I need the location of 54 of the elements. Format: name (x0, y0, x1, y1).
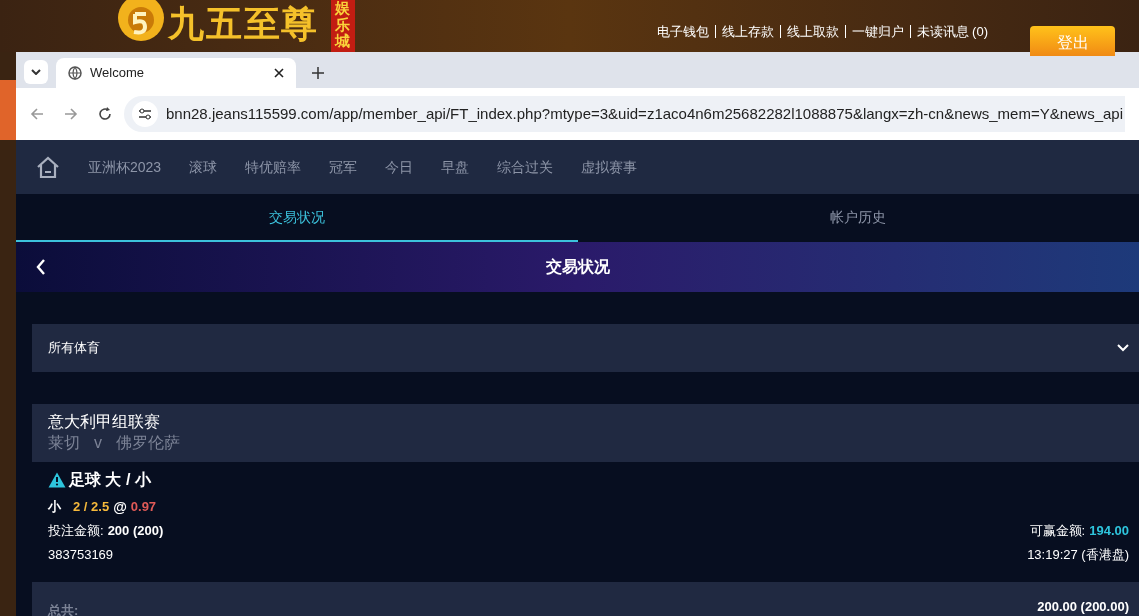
nav-link[interactable]: 亚洲杯2023 (88, 156, 162, 178)
page-tab[interactable]: 帐户历史 (577, 194, 1139, 242)
header-link[interactable]: 一键归户 (844, 25, 904, 38)
nav-link[interactable]: 今日 (385, 156, 414, 178)
tab-title: Welcome (90, 64, 145, 83)
sliders-icon (138, 108, 152, 120)
home-icon (36, 156, 60, 178)
payout-amount: 194.00 (1089, 522, 1129, 541)
nav-link[interactable]: 冠军 (329, 156, 358, 178)
url-text: bnn28.jeans115599.com/app/member_api/FT_index.php?mtype=3&uid=z1aco4n6m25682282l1088875&langx=zh-cn&news_mem=Y&news_api (166, 103, 1124, 124)
address-bar[interactable]: bnn28.jeans115599.com/app/member_api/FT_index.php?mtype=3&uid=z1aco4n6m25682282l1088875&langx=zh-cn&news_mem=Y&news_api (124, 96, 1125, 132)
payout-label: 可赢金额: (1029, 522, 1086, 541)
back-arrow-icon (30, 108, 44, 120)
stake-amount: 200 (200) (107, 522, 164, 541)
header-link[interactable]: 电子钱包 (656, 25, 709, 38)
nav-link[interactable]: 综合过关 (497, 156, 554, 178)
header-link[interactable]: 未读讯息 (0) (909, 25, 988, 38)
banner-edge (0, 80, 16, 140)
warning-icon (48, 472, 66, 488)
header-link[interactable]: 线上取款 (779, 25, 839, 38)
logo-text: 九五至尊 (168, 4, 320, 44)
site-settings-button[interactable] (132, 101, 158, 127)
nav-link[interactable]: 特优赔率 (245, 156, 302, 178)
logo-badge: 娱乐城 (331, 0, 356, 52)
forward-arrow-icon (64, 108, 78, 120)
plus-icon (312, 67, 324, 79)
nav-link[interactable]: 滚球 (189, 156, 218, 178)
home-team: 莱切 (48, 433, 80, 453)
back-chevron-icon (36, 259, 46, 275)
total-amount: 200.00 (200.00) (1037, 597, 1129, 616)
tab-list-button[interactable] (24, 60, 48, 84)
browser-tab[interactable]: Welcome (56, 58, 296, 88)
total-label: 总共: (48, 601, 79, 616)
league-name: 意大利甲组联赛 (48, 412, 161, 432)
chevron-down-icon (31, 69, 41, 75)
away-team: 佛罗伦萨 (116, 433, 180, 453)
globe-icon (68, 66, 82, 80)
versus-label: v (94, 433, 102, 453)
stake-label: 投注金额: (48, 522, 104, 541)
at-sign: @ (113, 497, 127, 517)
nav-link[interactable]: 虚拟赛事 (581, 156, 638, 178)
chevron-down-icon (1117, 344, 1129, 352)
handicap-line: 2 / 2.5 (73, 498, 110, 517)
close-icon (274, 68, 284, 78)
sport-filter-dropdown[interactable]: 所有体育 (32, 324, 1139, 372)
market-name: 足球 大 / 小 (69, 470, 151, 490)
bet-time: 13:19:27 (香港盘) (1027, 546, 1129, 565)
bet-selection: 小 (48, 498, 61, 517)
header-link[interactable]: 线上存款 (714, 25, 774, 38)
page-title: 交易状况 (545, 257, 610, 277)
odds-value: 0.97 (130, 498, 157, 517)
reload-icon (98, 107, 112, 121)
ticket-number: 383753169 (48, 546, 114, 565)
nav-link[interactable]: 早盘 (441, 156, 470, 178)
